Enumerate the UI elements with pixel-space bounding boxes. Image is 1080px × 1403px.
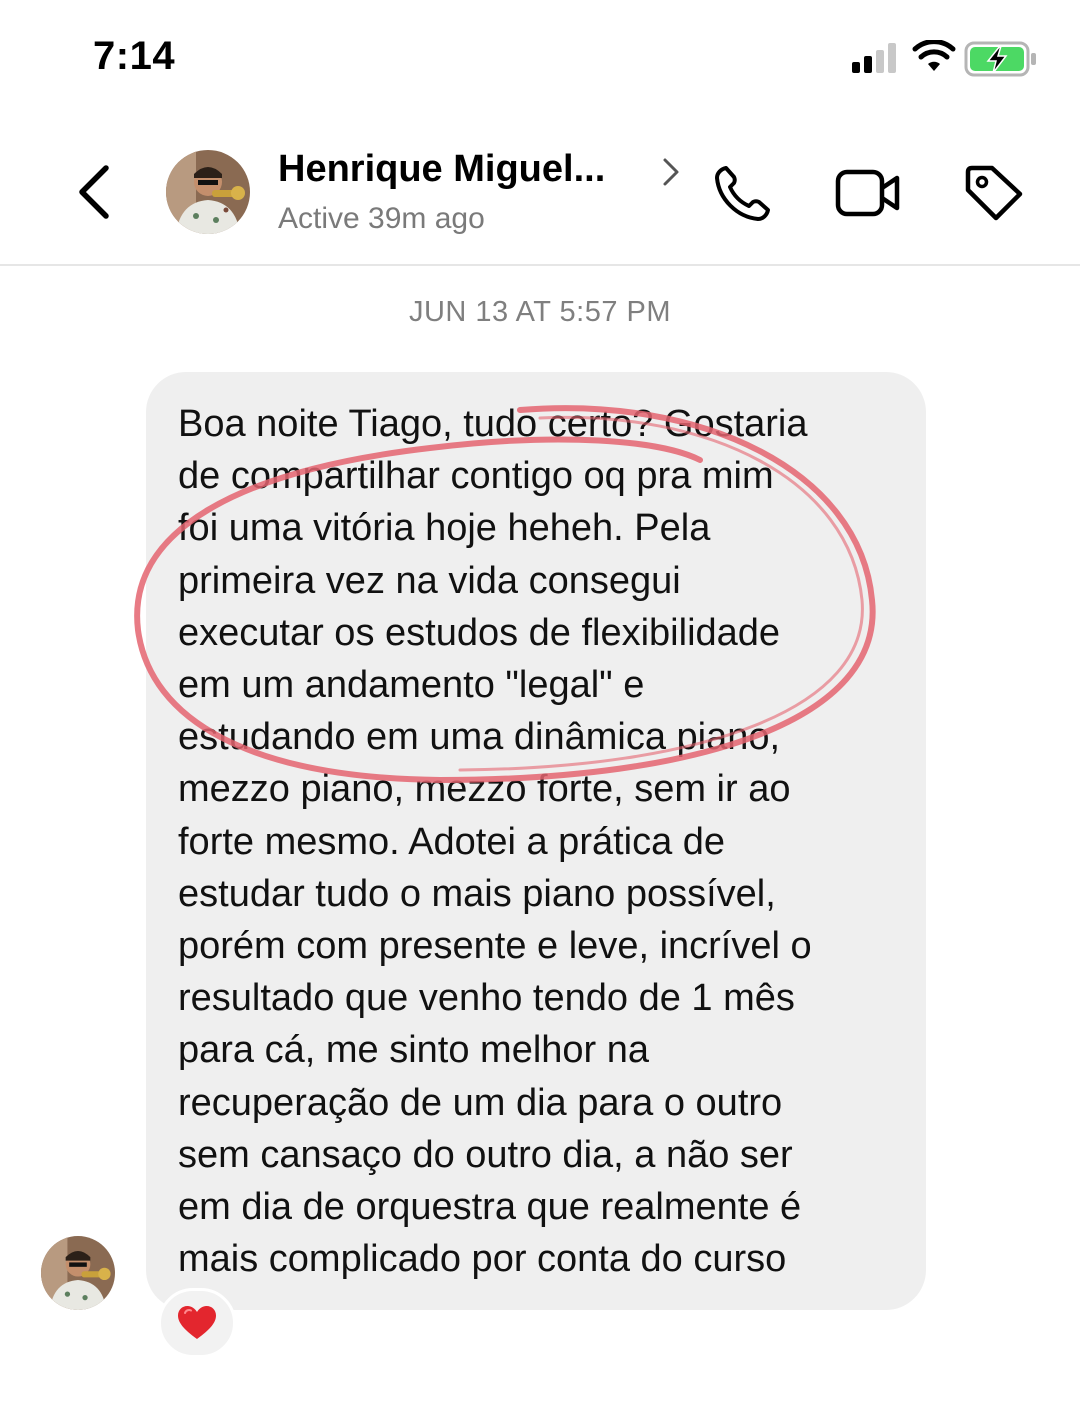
chevron-right-icon[interactable] <box>660 154 682 190</box>
message-line: mezzo piano, mezzo forte, sem ir ao <box>178 768 791 811</box>
video-camera-icon[interactable] <box>834 166 902 220</box>
contact-name[interactable]: Henrique Miguel... <box>278 148 605 191</box>
heart-reaction-badge[interactable] <box>158 1288 236 1358</box>
chat-header: Henrique Miguel... Active 39m ago <box>0 130 1080 266</box>
message-line: estudando em uma dinâmica piano, <box>178 716 781 759</box>
phone-icon[interactable] <box>712 164 776 224</box>
heart-icon <box>178 1306 216 1339</box>
battery-charging-icon <box>964 41 1036 77</box>
message-text: Boa noite Tiago, tudo certo? Gostaria de … <box>178 398 908 1285</box>
message-line: executar os estudos de flexibilidade <box>178 611 781 654</box>
wifi-icon <box>912 40 956 71</box>
message-line: foi uma vitória hoje heheh. Pela <box>178 507 711 550</box>
status-bar: 7:14 <box>0 0 1080 110</box>
message-line: estudar tudo o mais piano possível, <box>178 872 776 915</box>
message-line: em dia de orquestra que realmente é <box>178 1186 802 1229</box>
sender-avatar[interactable] <box>41 1236 115 1310</box>
message-line: mais complicado por conta do curso <box>178 1238 787 1281</box>
message-line: forte mesmo. Adotei a prática de <box>178 820 726 863</box>
active-status: Active 39m ago <box>278 202 485 235</box>
status-time: 7:14 <box>93 34 176 78</box>
back-arrow-icon[interactable] <box>70 160 120 224</box>
message-line: sem cansaço do outro dia, a não ser <box>178 1133 793 1176</box>
message-timestamp: JUN 13 AT 5:57 PM <box>408 296 672 328</box>
message-line: porém com presente e leve, incrível o <box>178 925 812 968</box>
contact-avatar[interactable] <box>166 150 250 234</box>
message-line: em um andamento "legal" e <box>178 664 645 707</box>
message-line: primeira vez na vida consegui <box>178 559 681 602</box>
tag-icon[interactable] <box>962 164 1026 224</box>
message-line: Boa noite Tiago, tudo certo? Gostaria <box>178 403 808 445</box>
message-line: recuperação de um dia para o outro <box>178 1081 783 1124</box>
cellular-signal-icon <box>852 43 896 73</box>
message-line: de compartilhar contigo oq pra mim <box>178 455 774 498</box>
message-line: para cá, me sinto melhor na <box>178 1029 650 1072</box>
message-line: resultado que venho tendo de 1 mês <box>178 977 795 1020</box>
